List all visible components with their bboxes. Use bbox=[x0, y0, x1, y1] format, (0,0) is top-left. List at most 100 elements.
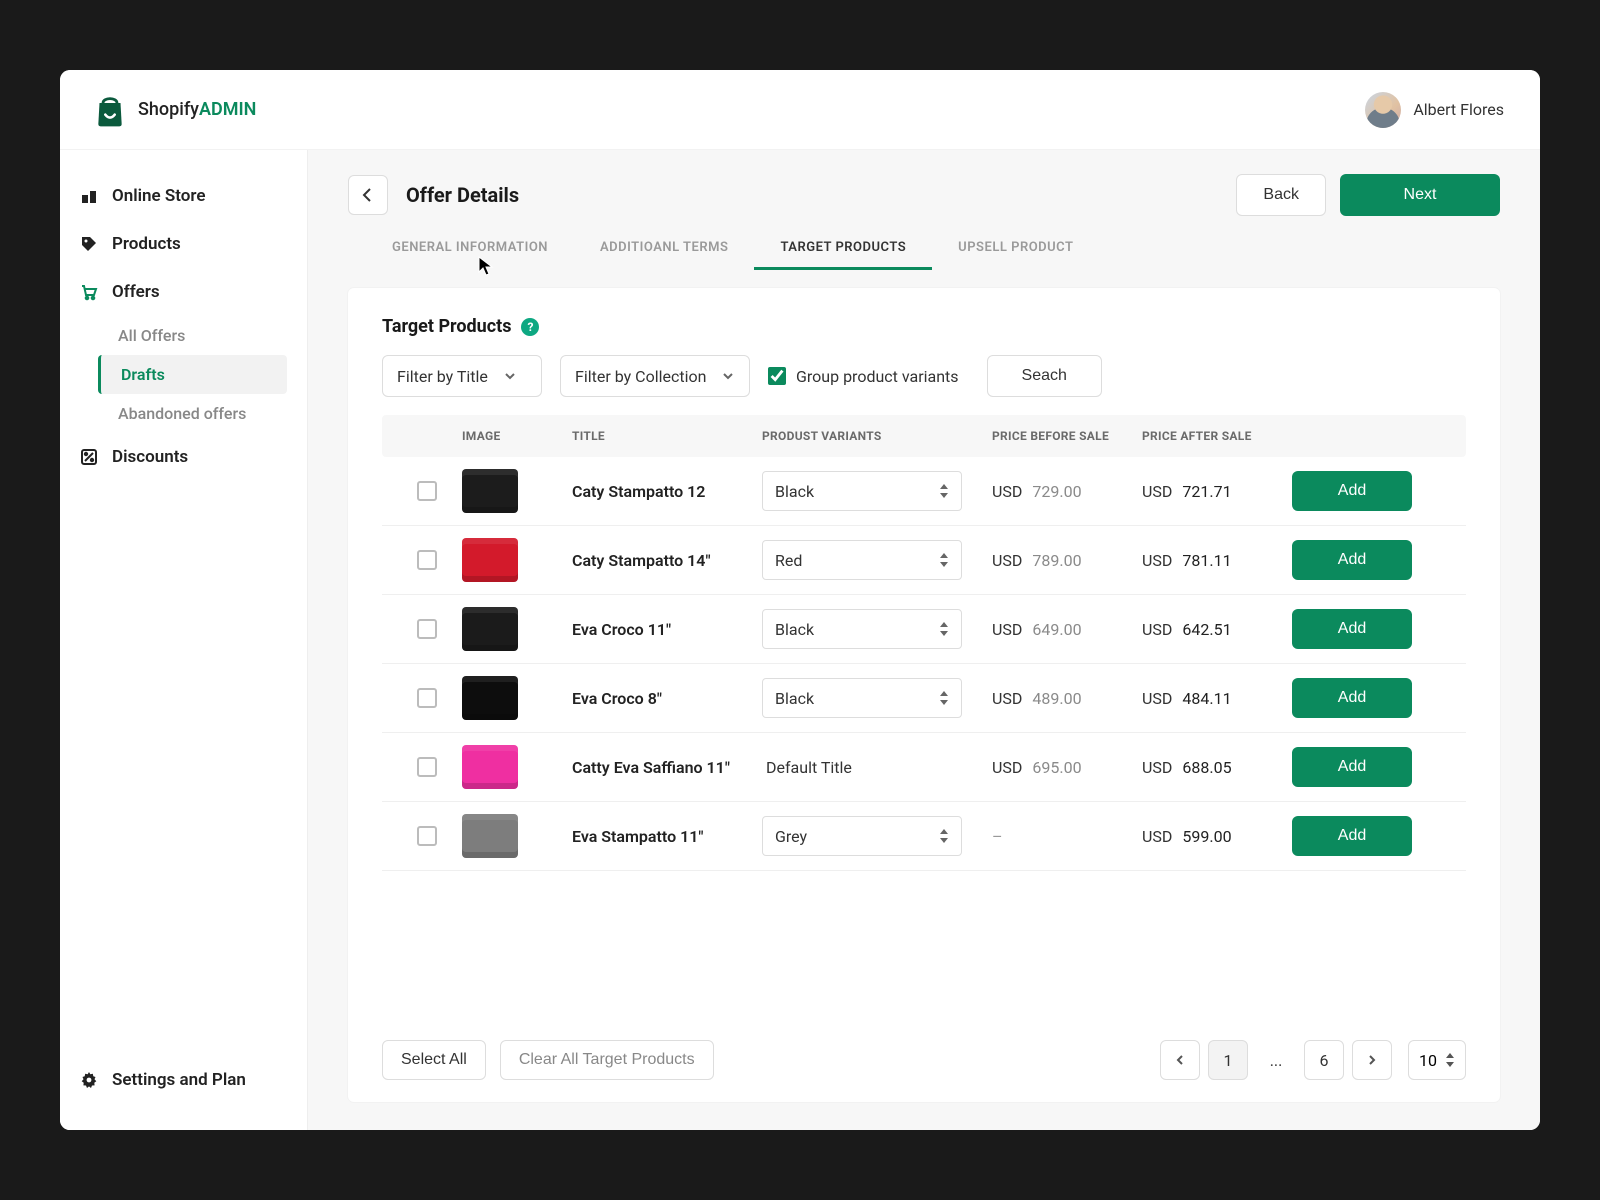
add-button[interactable]: Add bbox=[1292, 678, 1412, 718]
price-before: USD789.00 bbox=[992, 551, 1142, 570]
price-before: USD695.00 bbox=[992, 758, 1142, 777]
product-title: Eva Croco 11" bbox=[572, 620, 762, 639]
pager-prev[interactable] bbox=[1160, 1040, 1200, 1080]
add-button[interactable]: Add bbox=[1292, 471, 1412, 511]
pager-page-last[interactable]: 6 bbox=[1304, 1040, 1344, 1080]
tab-additional-terms[interactable]: ADDITIOANL TERMS bbox=[574, 228, 754, 270]
tab-target-products[interactable]: TARGET PRODUCTS bbox=[754, 228, 932, 270]
row-checkbox[interactable] bbox=[417, 688, 437, 708]
brand-name: ShopifyADMIN bbox=[138, 99, 256, 120]
sidebar-settings[interactable]: Settings and Plan bbox=[60, 1056, 307, 1104]
price-before: USD729.00 bbox=[992, 482, 1142, 501]
col-image: IMAGE bbox=[462, 429, 572, 443]
group-variants-checkbox[interactable] bbox=[768, 367, 786, 385]
back-button[interactable]: Back bbox=[1236, 174, 1326, 216]
search-button[interactable]: Seach bbox=[987, 355, 1102, 397]
price-before-empty: – bbox=[992, 827, 1142, 846]
row-checkbox[interactable] bbox=[417, 826, 437, 846]
sidebar-label: Products bbox=[112, 234, 181, 254]
col-variants: PRODUST VARIANTS bbox=[762, 429, 992, 443]
filter-collection-label: Filter by Collection bbox=[575, 367, 706, 386]
sidebar-sub-drafts[interactable]: Drafts bbox=[98, 355, 287, 394]
product-image bbox=[462, 469, 518, 513]
filter-title-label: Filter by Title bbox=[397, 367, 488, 386]
table-row: Catty Eva Saffiano 11"Default TitleUSD69… bbox=[382, 733, 1466, 802]
select-all-button[interactable]: Select All bbox=[382, 1040, 486, 1080]
filter-by-collection-select[interactable]: Filter by Collection bbox=[560, 355, 750, 397]
sidebar-item-products[interactable]: Products bbox=[60, 220, 307, 268]
price-before: USD649.00 bbox=[992, 620, 1142, 639]
group-variants-label: Group product variants bbox=[796, 367, 959, 386]
table-row: Caty Stampatto 12BlackUSD729.00USD721.71… bbox=[382, 457, 1466, 526]
price-after: USD642.51 bbox=[1142, 620, 1292, 639]
price-after: USD599.00 bbox=[1142, 827, 1292, 846]
chevron-right-icon bbox=[1366, 1054, 1378, 1066]
brand-logo-icon bbox=[96, 93, 124, 127]
sidebar-label: Discounts bbox=[112, 447, 188, 467]
user-name: Albert Flores bbox=[1413, 100, 1504, 119]
tab-general-information[interactable]: GENERAL INFORMATION bbox=[366, 228, 574, 270]
row-checkbox[interactable] bbox=[417, 550, 437, 570]
table-row: Eva Stampatto 11" Grey –USD599.00Add bbox=[382, 802, 1466, 871]
chevron-down-icon bbox=[504, 370, 516, 382]
back-arrow-button[interactable] bbox=[348, 175, 388, 215]
add-button[interactable]: Add bbox=[1292, 540, 1412, 580]
sort-icon bbox=[939, 622, 949, 636]
table-row: Eva Croco 8"BlackUSD489.00USD484.11Add bbox=[382, 664, 1466, 733]
pager-next[interactable] bbox=[1352, 1040, 1392, 1080]
pager-page-current[interactable]: 1 bbox=[1208, 1040, 1248, 1080]
user-menu[interactable]: Albert Flores bbox=[1365, 92, 1504, 128]
tab-upsell-product[interactable]: UPSELL PRODUCT bbox=[932, 228, 1099, 270]
sidebar-item-discounts[interactable]: Discounts bbox=[60, 433, 307, 481]
row-checkbox[interactable] bbox=[417, 757, 437, 777]
sort-icon bbox=[1445, 1053, 1455, 1067]
row-checkbox[interactable] bbox=[417, 619, 437, 639]
variant-value: Black bbox=[775, 620, 814, 639]
variant-select[interactable]: Black bbox=[762, 678, 962, 718]
variant-select[interactable]: Grey bbox=[762, 816, 962, 856]
variant-value: Black bbox=[775, 482, 814, 501]
sidebar-item-online-store[interactable]: Online Store bbox=[60, 172, 307, 220]
table-row: Caty Stampatto 14"RedUSD789.00USD781.11A… bbox=[382, 526, 1466, 595]
chevron-left-icon bbox=[1174, 1054, 1186, 1066]
next-button[interactable]: Next bbox=[1340, 174, 1500, 216]
product-image bbox=[462, 538, 518, 582]
add-button[interactable]: Add bbox=[1292, 816, 1412, 856]
page-size-select[interactable]: 10 bbox=[1408, 1040, 1466, 1080]
product-title: Eva Stampatto 11" bbox=[572, 827, 762, 846]
product-title: Catty Eva Saffiano 11" bbox=[572, 758, 762, 777]
product-image bbox=[462, 745, 518, 789]
product-image bbox=[462, 676, 518, 720]
sort-icon bbox=[939, 484, 949, 498]
help-icon[interactable]: ? bbox=[521, 318, 539, 336]
tag-icon bbox=[80, 235, 98, 253]
variant-select[interactable]: Black bbox=[762, 471, 962, 511]
arrow-left-icon bbox=[359, 186, 377, 204]
col-price-after: PRICE AFTER SALE bbox=[1142, 429, 1292, 443]
variant-select[interactable]: Black bbox=[762, 609, 962, 649]
brand: ShopifyADMIN bbox=[96, 93, 256, 127]
product-image bbox=[462, 607, 518, 651]
filter-by-title-select[interactable]: Filter by Title bbox=[382, 355, 542, 397]
col-title: TITLE bbox=[572, 429, 762, 443]
store-icon bbox=[80, 187, 98, 205]
sort-icon bbox=[939, 553, 949, 567]
clear-all-button[interactable]: Clear All Target Products bbox=[500, 1040, 714, 1080]
sidebar-sub-all-offers[interactable]: All Offers bbox=[104, 316, 307, 355]
row-checkbox[interactable] bbox=[417, 481, 437, 501]
add-button[interactable]: Add bbox=[1292, 747, 1412, 787]
variant-select[interactable]: Red bbox=[762, 540, 962, 580]
variant-value: Black bbox=[775, 689, 814, 708]
sort-icon bbox=[939, 691, 949, 705]
section-title: Target Products bbox=[382, 316, 511, 337]
cart-icon bbox=[80, 283, 98, 301]
percent-icon bbox=[80, 448, 98, 466]
product-title: Caty Stampatto 12 bbox=[572, 482, 762, 501]
variant-value: Red bbox=[775, 551, 802, 570]
add-button[interactable]: Add bbox=[1292, 609, 1412, 649]
sidebar-sub-abandoned[interactable]: Abandoned offers bbox=[104, 394, 307, 433]
sidebar-item-offers[interactable]: Offers bbox=[60, 268, 307, 316]
product-title: Eva Croco 8" bbox=[572, 689, 762, 708]
group-variants-checkbox-row[interactable]: Group product variants bbox=[768, 367, 959, 386]
variant-value: Grey bbox=[775, 827, 807, 846]
